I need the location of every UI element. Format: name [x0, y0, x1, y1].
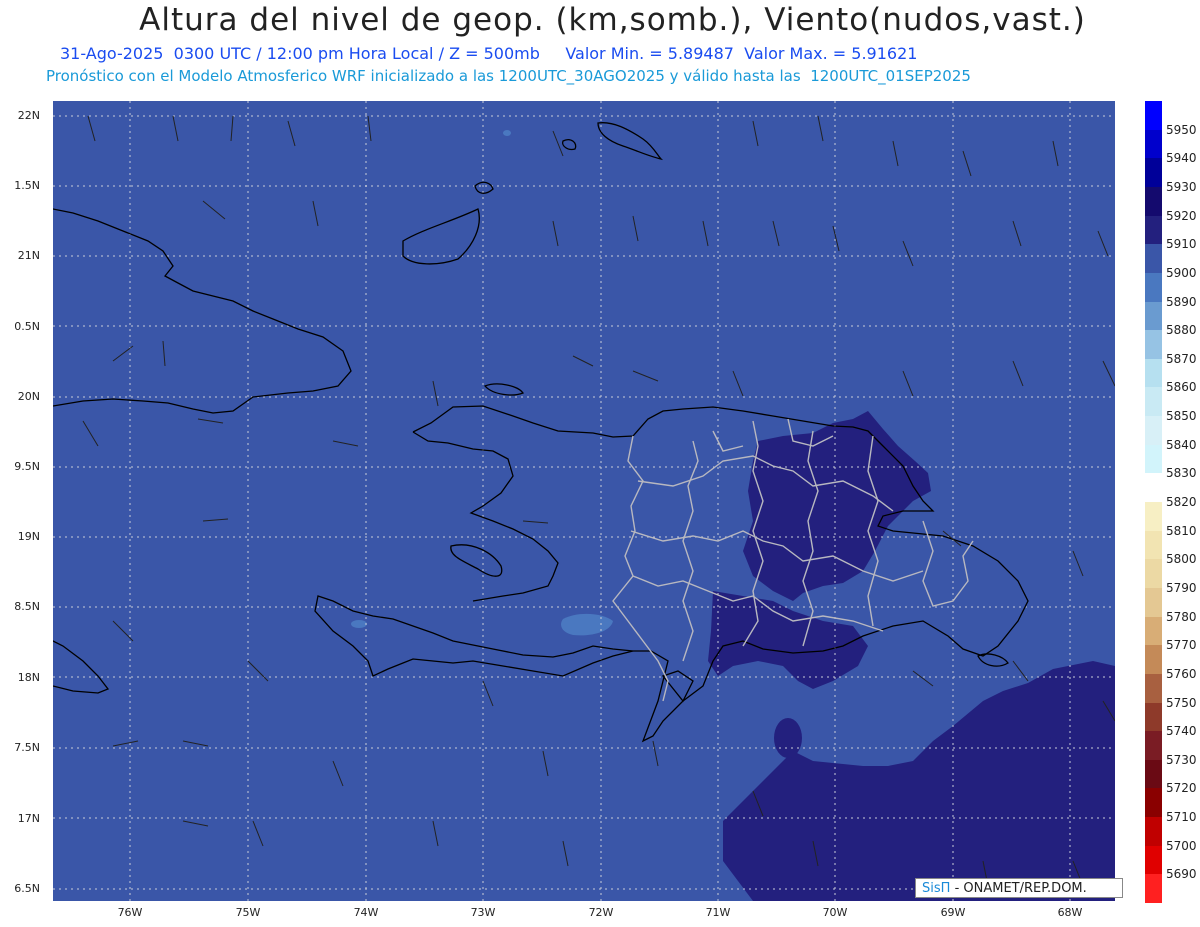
- colorbar-label: 5840: [1166, 437, 1197, 452]
- colorbar-label: 5930: [1166, 179, 1197, 194]
- lon-label-68w: 68W: [1057, 906, 1083, 919]
- colorbar-label: 5900: [1166, 265, 1197, 280]
- colorbar-swatch: [1145, 272, 1162, 302]
- colorbar-label: 5860: [1166, 380, 1197, 395]
- colorbar-swatch: [1145, 473, 1162, 503]
- colorbar-swatch: [1145, 129, 1162, 159]
- colorbar-swatch: [1145, 330, 1162, 360]
- colorbar-swatch: [1145, 845, 1162, 875]
- colorbar-swatch: [1145, 731, 1162, 761]
- colorbar-swatch: [1145, 502, 1162, 532]
- colorbar-swatch: [1145, 788, 1162, 818]
- lon-label-75w: 75W: [235, 906, 261, 919]
- colorbar-label: 5720: [1166, 781, 1197, 796]
- contour-5890-dot: [503, 130, 511, 136]
- colorbar-swatch: [1145, 387, 1162, 417]
- contour-5910-islet: [774, 718, 802, 758]
- colorbar-label: 5810: [1166, 523, 1197, 538]
- colorbar-swatch: [1145, 616, 1162, 646]
- colorbar-swatch: [1145, 673, 1162, 703]
- lat-label-16-5n: 6.5N: [14, 882, 40, 895]
- lat-label-20n: 20N: [17, 390, 40, 403]
- lat-label-21n: 21N: [17, 249, 40, 262]
- colorbar-swatch: [1145, 587, 1162, 618]
- colorbar-swatch: [1145, 645, 1162, 675]
- credit-logo: SisΠ: [922, 881, 951, 896]
- colorbar-label: 5740: [1166, 724, 1197, 739]
- colorbar-label: 5780: [1166, 609, 1197, 624]
- colorbar-label: 5890: [1166, 294, 1197, 309]
- lat-label-19n: 19N: [17, 530, 40, 543]
- colorbar-swatch: [1145, 158, 1162, 188]
- credit-text: - ONAMET/REP.DOM.: [954, 881, 1087, 896]
- map-subtitle-model: Pronóstico con el Modelo Atmosferico WRF…: [46, 67, 971, 85]
- colorbar-swatch: [1145, 559, 1162, 589]
- lon-label-73w: 73W: [470, 906, 496, 919]
- lon-label-74w: 74W: [353, 906, 379, 919]
- colorbar-label: 5880: [1166, 323, 1197, 338]
- colorbar-swatch: [1145, 215, 1162, 245]
- colorbar-label: 5920: [1166, 208, 1197, 223]
- lon-label-70w: 70W: [822, 906, 848, 919]
- colorbar-swatch: [1145, 244, 1162, 274]
- lon-label-72w: 72W: [588, 906, 614, 919]
- colorbar-label: 5700: [1166, 838, 1197, 853]
- lat-label-17-5n: 7.5N: [14, 741, 40, 754]
- lat-label-18-5n: 8.5N: [14, 600, 40, 613]
- lat-label-20-5n: 0.5N: [14, 320, 40, 333]
- colorbar-swatch: [1145, 186, 1162, 217]
- colorbar-swatch: [1145, 416, 1162, 446]
- colorbar-label: 5750: [1166, 695, 1197, 710]
- colorbar-label: 5940: [1166, 151, 1197, 166]
- lat-label-22n: 22N: [17, 109, 40, 122]
- colorbar-swatch: [1145, 358, 1162, 388]
- contour-5890-small: [351, 620, 367, 628]
- lat-label-21-5n: 1.5N: [14, 179, 40, 192]
- map-title: Altura del nivel de geop. (km,somb.), Vi…: [139, 2, 1086, 38]
- credit-box: SisΠ - ONAMET/REP.DOM.: [915, 878, 1123, 898]
- lon-label-69w: 69W: [940, 906, 966, 919]
- colorbar-label: 5850: [1166, 409, 1197, 424]
- map-plot: [53, 101, 1115, 901]
- lon-label-76w: 76W: [117, 906, 143, 919]
- colorbar-swatch: [1145, 702, 1162, 732]
- colorbar-swatch: [1145, 101, 1162, 131]
- colorbar-label: 5710: [1166, 810, 1197, 825]
- colorbar-label: 5690: [1166, 867, 1197, 882]
- colorbar-label: 5870: [1166, 351, 1197, 366]
- colorbar-swatch: [1145, 817, 1162, 847]
- colorbar-swatch: [1145, 301, 1162, 331]
- colorbar: [1145, 101, 1162, 904]
- colorbar-swatch: [1145, 530, 1162, 560]
- colorbar-swatch: [1145, 874, 1162, 904]
- colorbar-label: 5800: [1166, 552, 1197, 567]
- colorbar-label: 5770: [1166, 638, 1197, 653]
- lon-label-71w: 71W: [705, 906, 731, 919]
- colorbar-label: 5790: [1166, 580, 1197, 595]
- lat-label-19-5n: 9.5N: [14, 460, 40, 473]
- colorbar-label: 5760: [1166, 666, 1197, 681]
- lat-label-17n: 17N: [17, 812, 40, 825]
- lat-label-18n: 18N: [17, 671, 40, 684]
- colorbar-label: 5730: [1166, 752, 1197, 767]
- colorbar-swatch: [1145, 759, 1162, 789]
- colorbar-label: 5950: [1166, 122, 1197, 137]
- colorbar-label: 5820: [1166, 495, 1197, 509]
- colorbar-swatch: [1145, 444, 1162, 474]
- map-subtitle-time: 31-Ago-2025 0300 UTC / 12:00 pm Hora Loc…: [60, 44, 918, 63]
- colorbar-label: 5830: [1166, 466, 1197, 481]
- colorbar-label: 5910: [1166, 237, 1197, 252]
